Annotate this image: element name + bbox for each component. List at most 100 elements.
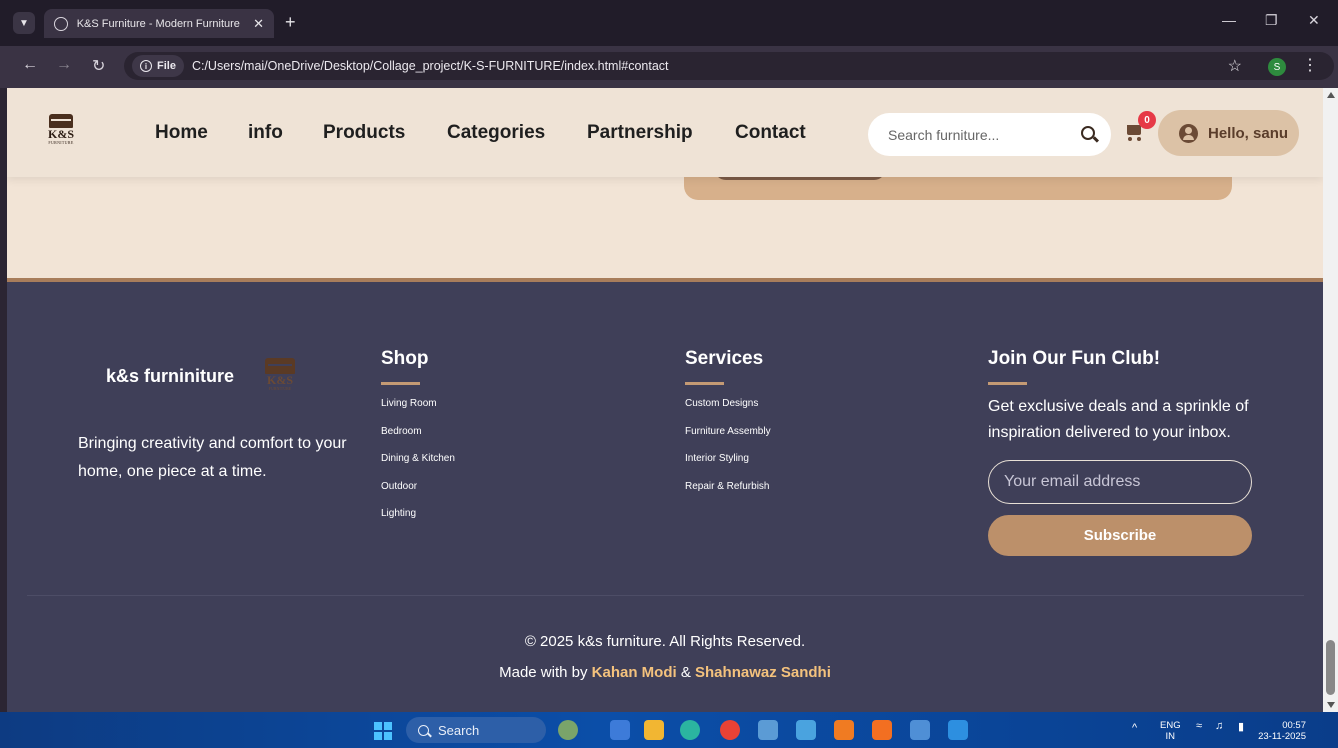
address-bar[interactable]: i File C:/Users/mai/OneDrive/Desktop/Col…: [124, 52, 1334, 80]
widgets-icon[interactable]: [558, 720, 578, 740]
logo-text: K&S: [47, 127, 74, 141]
vscode-icon[interactable]: [948, 720, 968, 740]
window-close-icon[interactable]: ✕: [1308, 12, 1320, 29]
photos-app-icon[interactable]: [758, 720, 778, 740]
language-code: ENG: [1160, 720, 1181, 731]
system-clock[interactable]: 00:57 23-11-2025: [1258, 720, 1306, 742]
footer-club-title: Join Our Fun Club!: [988, 348, 1161, 369]
footer-services-title: Services: [685, 348, 764, 369]
vlc-player-icon[interactable]: [834, 720, 854, 740]
user-greeting: Hello, sanu: [1208, 124, 1289, 142]
shop-title-underline: [381, 382, 420, 385]
services-links: Custom Designs Furniture Assembly Interi…: [685, 398, 771, 508]
footer-divider: [27, 595, 1304, 596]
file-explorer-icon[interactable]: [644, 720, 664, 740]
site-header: K&S FURNITURE Home info Products Categor…: [7, 88, 1323, 177]
windows-start-icon[interactable]: [374, 722, 392, 740]
minimize-icon[interactable]: —: [1222, 12, 1236, 28]
site-info-chip[interactable]: i File: [132, 55, 184, 77]
browser-tab-active[interactable]: K&S Furniture - Modern Furniture ✕: [44, 9, 274, 38]
back-arrow-icon[interactable]: ←: [22, 56, 38, 74]
scroll-up-arrow-icon[interactable]: [1327, 92, 1335, 98]
credits-ampersand: &: [680, 664, 691, 681]
shop-link-dining-kitchen[interactable]: Dining & Kitchen: [381, 453, 455, 481]
region-code: IN: [1165, 731, 1176, 742]
taskbar-search[interactable]: Search: [406, 717, 546, 743]
footer-logo-subtext: FURNITURE: [268, 386, 292, 391]
footer-copyright: © 2025 k&s furniture. All Rights Reserve…: [524, 633, 806, 650]
wifi-icon[interactable]: ≈: [1196, 720, 1202, 732]
service-link-custom-designs[interactable]: Custom Designs: [685, 398, 771, 426]
scroll-down-arrow-icon[interactable]: [1327, 702, 1335, 708]
site-footer: k&s furniniture K&S FURNITURE Bringing c…: [7, 278, 1323, 712]
nav-partnership[interactable]: Partnership: [587, 122, 693, 144]
author-shahnawaz-sandhi[interactable]: Shahnawaz Sandhi: [695, 664, 831, 681]
author-kahan-modi[interactable]: Kahan Modi: [592, 664, 677, 681]
windows-taskbar: Search ^ ENG IN ≈ ♫ ▮ 00:57 23-11-2025: [0, 712, 1338, 748]
search-icon: [418, 724, 429, 736]
user-account-button[interactable]: Hello, sanu: [1158, 110, 1299, 156]
page-viewport: K&S FURNITURE Home info Products Categor…: [7, 88, 1323, 712]
battery-icon[interactable]: ▮: [1238, 720, 1244, 733]
nav-categories[interactable]: Categories: [447, 122, 545, 144]
subscribe-button[interactable]: Subscribe: [988, 515, 1252, 556]
volume-icon[interactable]: ♫: [1215, 720, 1223, 732]
taskbar-search-label: Search: [438, 722, 480, 738]
made-with-text: Made with by: [499, 664, 588, 681]
info-icon: i: [140, 60, 152, 72]
browser-toolbar: ← → ↻ i File C:/Users/mai/OneDrive/Deskt…: [0, 46, 1338, 88]
profile-avatar[interactable]: S: [1268, 58, 1286, 76]
forward-arrow-icon[interactable]: →: [56, 56, 72, 74]
site-logo[interactable]: K&S FURNITURE: [39, 114, 83, 154]
footer-logo-text: K&S: [266, 373, 293, 387]
new-tab-button[interactable]: +: [285, 12, 296, 33]
logo-subtext: FURNITURE: [48, 140, 74, 145]
service-link-interior-styling[interactable]: Interior Styling: [685, 453, 771, 481]
close-tab-icon[interactable]: ✕: [253, 16, 264, 32]
clock-time: 00:57: [1282, 720, 1306, 731]
service-link-furniture-assembly[interactable]: Furniture Assembly: [685, 426, 771, 454]
service-link-repair-refurbish[interactable]: Repair & Refurbish: [685, 481, 771, 509]
sofa-icon: [265, 358, 295, 374]
snipping-tool-icon[interactable]: [610, 720, 630, 740]
cart-count-badge: 0: [1138, 111, 1156, 129]
tab-title: K&S Furniture - Modern Furniture: [76, 17, 240, 30]
tab-search-button[interactable]: ▼: [13, 12, 35, 34]
xampp-icon[interactable]: [872, 720, 892, 740]
scroll-thumb[interactable]: [1326, 640, 1335, 695]
search-icon[interactable]: [1081, 126, 1095, 140]
edge-browser-icon[interactable]: [680, 720, 700, 740]
shop-links: Living Room Bedroom Dining & Kitchen Out…: [381, 398, 455, 536]
remote-desktop-icon[interactable]: [910, 720, 930, 740]
nav-contact[interactable]: Contact: [735, 122, 806, 144]
bookmark-star-icon[interactable]: ☆: [1228, 56, 1242, 76]
footer-club-text: Get exclusive deals and a sprinkle of in…: [988, 398, 1249, 441]
nav-info[interactable]: info: [248, 122, 283, 144]
url-text: C:/Users/mai/OneDrive/Desktop/Collage_pr…: [191, 59, 669, 73]
notepad-icon[interactable]: [796, 720, 816, 740]
footer-logo: K&S FURNITURE: [260, 358, 300, 396]
shop-link-living-room[interactable]: Living Room: [381, 398, 455, 426]
footer-shop-title: Shop: [381, 348, 429, 369]
browser-menu-icon[interactable]: ⋮: [1302, 55, 1318, 75]
chrome-browser-icon[interactable]: [720, 720, 740, 740]
file-chip-label: File: [157, 60, 176, 72]
input-language-indicator[interactable]: ENG IN: [1160, 720, 1181, 742]
club-title-underline: [988, 382, 1027, 385]
sofa-icon: [49, 114, 73, 128]
restore-icon[interactable]: ❐: [1265, 12, 1278, 29]
newsletter-email-input[interactable]: [988, 460, 1252, 504]
globe-icon: [54, 16, 68, 31]
footer-credits: Made with by Kahan Modi & Shahnawaz Sand…: [7, 664, 1323, 681]
nav-products[interactable]: Products: [323, 122, 405, 144]
tray-overflow-chevron-icon[interactable]: ^: [1132, 722, 1137, 734]
services-title-underline: [685, 382, 724, 385]
page-scrollbar[interactable]: [1323, 88, 1338, 712]
shop-link-bedroom[interactable]: Bedroom: [381, 426, 455, 454]
reload-icon[interactable]: ↻: [92, 56, 105, 76]
shop-link-lighting[interactable]: Lighting: [381, 508, 455, 536]
search-input[interactable]: [888, 126, 1078, 143]
shop-link-outdoor[interactable]: Outdoor: [381, 481, 455, 509]
nav-home[interactable]: Home: [155, 122, 208, 144]
browser-tab-bar: ▼ K&S Furniture - Modern Furniture ✕ + —…: [0, 0, 1338, 46]
